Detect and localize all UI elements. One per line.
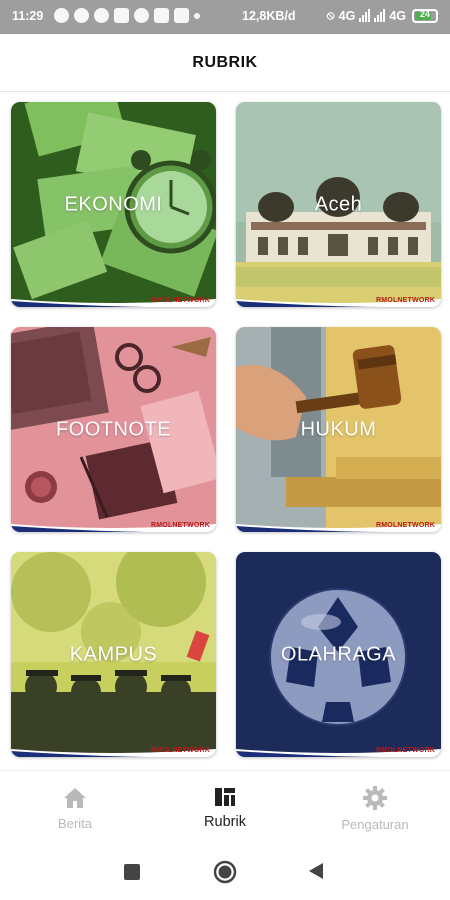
- net-type-label: 4G: [389, 8, 406, 23]
- page-title: RUBRIK: [192, 53, 258, 71]
- nav-item-rubrik[interactable]: Rubrik: [190, 771, 260, 845]
- nav-label: Pengaturan: [341, 816, 409, 832]
- home-button[interactable]: [213, 860, 237, 889]
- signal-icon: [359, 9, 371, 22]
- category-card-olahraga[interactable]: OLAHRAGA RMOLNETWORK: [236, 552, 441, 757]
- brand-logo-text: RMOLNETWORK: [376, 522, 435, 529]
- recents-button[interactable]: [124, 864, 140, 885]
- category-card-kampus[interactable]: KAMPUS RMOLNETWORK: [11, 552, 216, 757]
- category-label: KAMPUS: [69, 643, 158, 665]
- brand-logo-text: RMOLNETWORK: [151, 747, 210, 754]
- nav-label: Berita: [58, 815, 92, 831]
- category-label: FOOTNOTE: [55, 418, 172, 440]
- square-icon: [124, 864, 140, 880]
- back-triangle-icon: [309, 863, 323, 879]
- battery-icon: 24: [412, 8, 438, 23]
- back-button[interactable]: [308, 862, 324, 885]
- nav-item-pengaturan[interactable]: Pengaturan: [330, 771, 420, 845]
- status-time: 11:29: [12, 9, 44, 23]
- whatsapp-icon: [134, 8, 149, 23]
- brand-logo-text: RMOLNETWORK: [376, 747, 435, 754]
- system-nav-bar: [0, 844, 450, 900]
- dot-icon: [74, 8, 89, 23]
- nav-item-berita[interactable]: Berita: [40, 771, 110, 845]
- category-card-footnote[interactable]: FOOTNOTE RMOLNETWORK: [11, 327, 216, 532]
- network-speed: 12,8KB/d: [242, 9, 296, 23]
- category-label: OLAHRAGA: [280, 643, 397, 665]
- home-icon: [64, 787, 86, 808]
- brand-logo-text: RMOLNETWORK: [151, 297, 210, 304]
- facebook-icon: [174, 8, 189, 23]
- category-card-aceh[interactable]: Aceh RMOLNETWORK: [236, 102, 441, 307]
- more-dot-icon: [194, 13, 200, 19]
- circle-icon: [213, 860, 237, 884]
- signal-icon: [374, 9, 386, 22]
- alarm-off-icon: ⦸: [326, 8, 335, 22]
- nav-label: Rubrik: [204, 814, 246, 830]
- bottom-nav: Berita Rubrik Pengaturan: [0, 770, 450, 844]
- gear-icon: [363, 785, 387, 810]
- notification-icons: [54, 8, 200, 23]
- category-label: EKONOMI: [64, 193, 163, 215]
- car-icon: [154, 8, 169, 23]
- net-type-label: 4G: [338, 8, 356, 23]
- sync-icon: [54, 8, 69, 23]
- category-card-hukum[interactable]: HUKUM RMOLNETWORK: [236, 327, 441, 532]
- category-label: HUKUM: [300, 418, 377, 440]
- sync-icon: [94, 8, 109, 23]
- status-bar: 11:29 12,8KB/d ⦸ 4G 4G 24: [0, 0, 450, 34]
- brand-logo-text: RMOLNETWORK: [151, 522, 210, 529]
- category-card-ekonomi[interactable]: EKONOMI RMOLNETWORK: [11, 102, 216, 307]
- grid-icon: [215, 788, 235, 806]
- battery-level: 24: [419, 8, 430, 19]
- facebook-icon: [114, 8, 129, 23]
- brand-logo-text: RMOLNETWORK: [376, 297, 435, 304]
- category-label: Aceh: [314, 193, 363, 215]
- app-header: RUBRIK: [0, 34, 450, 92]
